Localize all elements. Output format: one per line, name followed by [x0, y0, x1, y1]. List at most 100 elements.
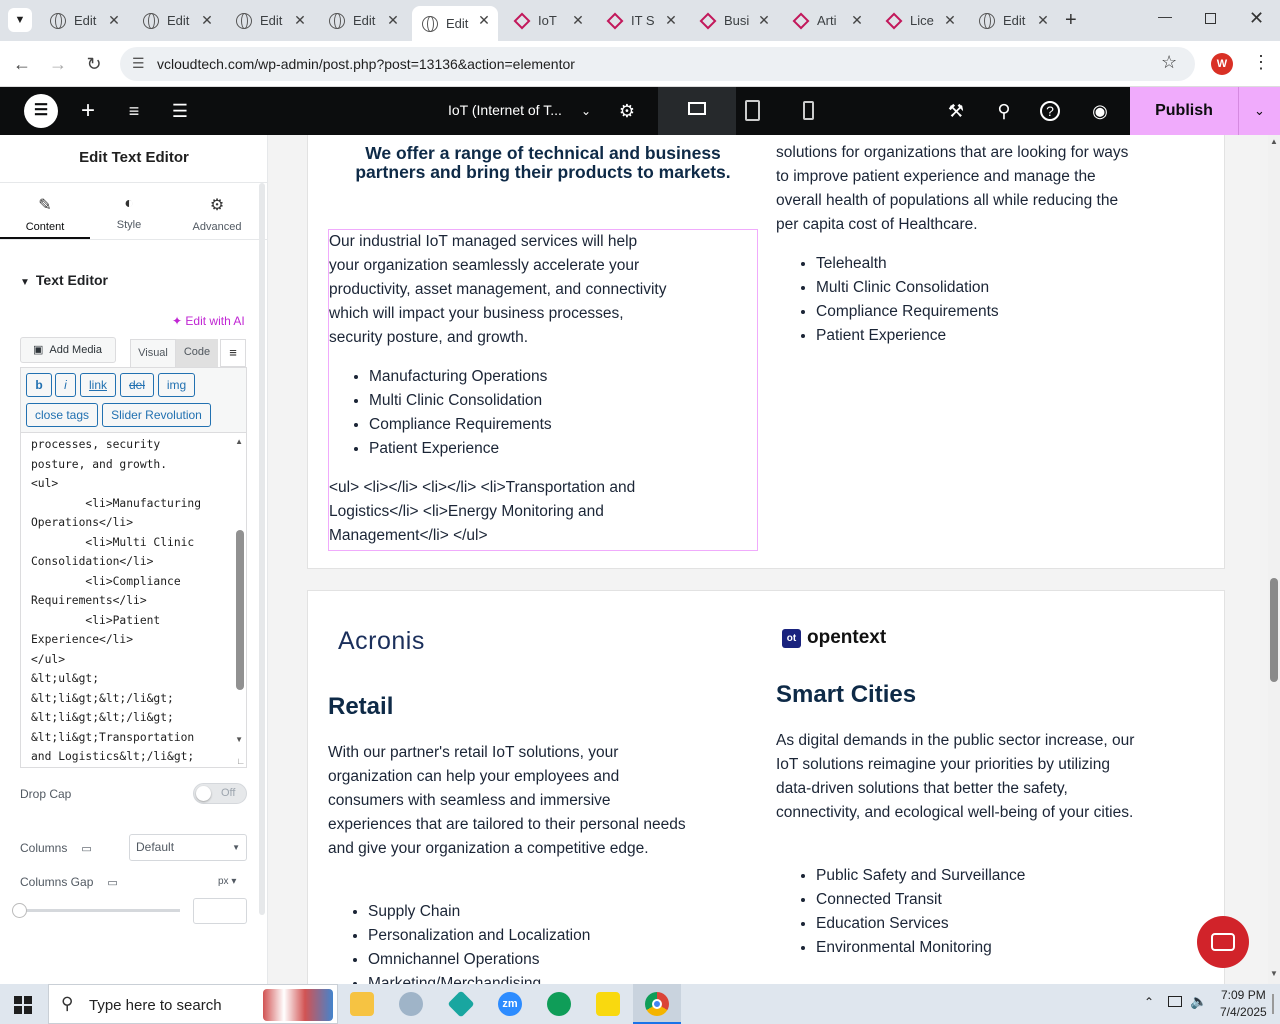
browser-menu-icon[interactable]: ⋮: [1252, 52, 1270, 73]
code-editor-content[interactable]: processes, security posture, and growth.…: [21, 433, 201, 767]
drop-cap-toggle[interactable]: Off: [193, 783, 247, 804]
minimize-icon[interactable]: —: [1158, 8, 1172, 24]
clock-time[interactable]: 7:09 PM: [1221, 988, 1266, 1002]
volume-icon[interactable]: 🔈: [1190, 993, 1207, 1010]
search-icon[interactable]: ⚲: [992, 99, 1016, 123]
browser-tab[interactable]: Edit ✕: [319, 6, 407, 35]
tab-close-icon[interactable]: ✕: [1035, 12, 1051, 28]
site-settings-icon[interactable]: ≡: [122, 99, 146, 123]
retail-text[interactable]: With our partner's retail IoT solutions,…: [328, 741, 688, 861]
app-icon[interactable]: [399, 992, 423, 1016]
browser-tab[interactable]: Edit ✕: [133, 6, 221, 35]
windows-start-icon[interactable]: [14, 996, 32, 1014]
tab-close-icon[interactable]: ✕: [663, 12, 679, 28]
browser-tab[interactable]: Edit ✕: [226, 6, 314, 35]
toolbar-toggle-icon[interactable]: ≡: [220, 339, 246, 367]
tab-close-icon[interactable]: ✕: [385, 12, 401, 28]
columns-select[interactable]: Default ▼: [129, 834, 247, 861]
tab-search-button[interactable]: ▼: [8, 8, 32, 32]
code-scroll-down-icon[interactable]: ▼: [235, 735, 243, 744]
help-icon[interactable]: ?: [1040, 101, 1060, 121]
visual-mode-tab[interactable]: Visual: [130, 339, 176, 367]
code-scrollbar-thumb[interactable]: [236, 530, 244, 690]
edge-icon[interactable]: [547, 992, 571, 1016]
tab-content[interactable]: ✎ Content: [6, 195, 84, 233]
qt-link-button[interactable]: link: [80, 373, 116, 397]
page-chevron-icon[interactable]: ⌄: [574, 99, 598, 123]
page-scrollbar[interactable]: ▲ ▼: [1268, 135, 1280, 984]
site-info-icon[interactable]: ☰: [132, 55, 145, 72]
device-tablet-icon[interactable]: [745, 100, 760, 121]
device-desktop-icon[interactable]: [658, 87, 736, 135]
code-editor-textarea[interactable]: processes, security posture, and growth.…: [20, 432, 247, 768]
browser-tab[interactable]: Edit ✕: [969, 6, 1057, 35]
tab-style[interactable]: ◐ Style: [90, 195, 168, 231]
tab-close-icon[interactable]: ✕: [292, 12, 308, 28]
qt-del-button[interactable]: del: [120, 373, 154, 397]
app-diamond-icon[interactable]: [447, 990, 475, 1018]
tab-close-icon[interactable]: ✕: [199, 12, 215, 28]
clock-date[interactable]: 7/4/2025: [1220, 1005, 1267, 1019]
tab-close-icon[interactable]: ✕: [570, 12, 586, 28]
new-tab-icon[interactable]: +: [1065, 9, 1077, 32]
qt-italic-button[interactable]: i: [55, 373, 76, 397]
browser-tab[interactable]: Edit ✕: [40, 6, 128, 35]
desktop-responsive-icon[interactable]: ▭: [107, 877, 117, 889]
tab-close-icon[interactable]: ✕: [476, 12, 492, 28]
restore-icon[interactable]: [1205, 13, 1216, 24]
chrome-icon-active[interactable]: [633, 984, 681, 1024]
tab-close-icon[interactable]: ✕: [106, 12, 122, 28]
scroll-down-icon[interactable]: ▼: [1270, 969, 1278, 978]
browser-tab[interactable]: Lice ✕: [876, 6, 964, 35]
scroll-up-icon[interactable]: ▲: [1270, 137, 1278, 146]
publish-button[interactable]: Publish: [1130, 87, 1238, 135]
tab-close-icon[interactable]: ✕: [849, 12, 865, 28]
qt-close-tags-button[interactable]: close tags: [26, 403, 98, 427]
browser-tab[interactable]: IoT ✕: [504, 6, 592, 35]
url-text[interactable]: vcloudtech.com/wp-admin/post.php?post=13…: [157, 56, 575, 72]
publish-options-chevron-icon[interactable]: ⌄: [1238, 87, 1280, 135]
qt-img-button[interactable]: img: [158, 373, 195, 397]
smart-cities-title[interactable]: Smart Cities: [776, 681, 916, 709]
browser-tab[interactable]: Busi ✕: [690, 6, 778, 35]
page-settings-icon[interactable]: ⚙: [615, 99, 639, 123]
tab-advanced[interactable]: ⚙ Advanced: [178, 195, 256, 233]
network-icon[interactable]: [1168, 996, 1182, 1007]
retail-title[interactable]: Retail: [328, 693, 393, 721]
text-editor-widget-selected[interactable]: Our industrial IoT managed services will…: [328, 229, 758, 551]
page-name[interactable]: IoT (Internet of T...: [448, 102, 562, 118]
close-window-icon[interactable]: ✕: [1249, 8, 1264, 29]
device-mobile-icon[interactable]: [803, 101, 814, 120]
section-toggle[interactable]: ▼ Text Editor: [20, 272, 108, 288]
tray-chevron-icon[interactable]: ⌃: [1144, 995, 1154, 1009]
panel-scrollbar[interactable]: [259, 183, 265, 915]
qt-bold-button[interactable]: b: [26, 373, 52, 397]
add-element-icon[interactable]: +: [76, 99, 100, 123]
preview-eye-icon[interactable]: ◉: [1088, 99, 1112, 123]
notifications-icon[interactable]: [1272, 994, 1274, 1014]
code-mode-tab[interactable]: Code: [176, 339, 218, 367]
tab-close-icon[interactable]: ✕: [942, 12, 958, 28]
smart-cities-text[interactable]: As digital demands in the public sector …: [776, 729, 1136, 825]
browser-tab[interactable]: Edit ✕: [412, 6, 498, 41]
offer-heading[interactable]: We offer a range of technical and busine…: [338, 144, 748, 182]
notes-megaphone-icon[interactable]: ⚒: [944, 99, 968, 123]
healthcare-text[interactable]: solutions for organizations that are loo…: [776, 141, 1136, 237]
file-explorer-icon[interactable]: [350, 992, 374, 1016]
structure-layers-icon[interactable]: ☰: [168, 99, 192, 123]
taskbar-search-box[interactable]: ⚲ Type here to search: [48, 984, 338, 1024]
columns-gap-unit[interactable]: px ▾: [218, 876, 236, 887]
columns-gap-slider-track[interactable]: [20, 909, 180, 912]
industrial-text[interactable]: Our industrial IoT managed services will…: [329, 230, 669, 350]
add-media-button[interactable]: ▣ Add Media: [20, 337, 116, 363]
qt-slider-revolution-button[interactable]: Slider Revolution: [102, 403, 211, 427]
bookmark-star-icon[interactable]: ☆: [1161, 52, 1177, 73]
desktop-responsive-icon[interactable]: ▭: [81, 843, 91, 855]
code-scroll-up-icon[interactable]: ▲: [235, 437, 243, 446]
forward-icon[interactable]: →: [47, 53, 69, 75]
columns-gap-input[interactable]: [193, 898, 247, 924]
omnibox[interactable]: ☰ vcloudtech.com/wp-admin/post.php?post=…: [120, 47, 1195, 81]
browser-tab[interactable]: IT S ✕: [597, 6, 685, 35]
browser-tab[interactable]: Arti ✕: [783, 6, 871, 35]
page-scrollbar-thumb[interactable]: [1270, 578, 1278, 682]
